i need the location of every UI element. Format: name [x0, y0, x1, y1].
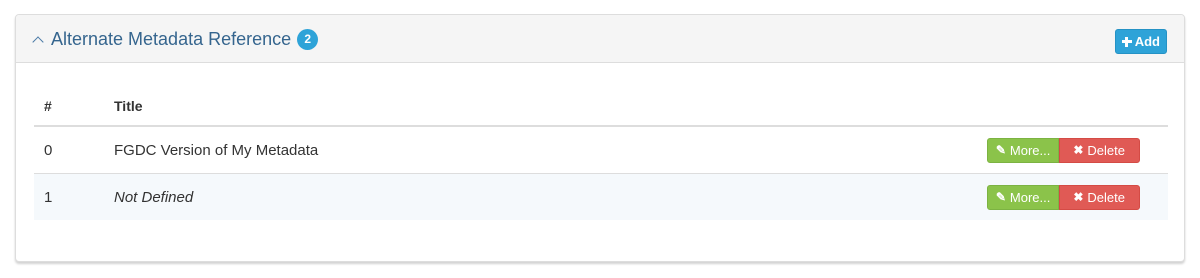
row-title: Not Defined	[104, 173, 679, 220]
alternate-metadata-panel: Alternate Metadata Reference 2 Add # Tit…	[15, 14, 1185, 262]
references-table: # Title 0 FGDC Version of My Metadata ✎ …	[34, 87, 1168, 220]
table-row: 0 FGDC Version of My Metadata ✎ More... …	[34, 125, 1168, 174]
row-index: 0	[34, 125, 104, 174]
plus-icon	[1121, 36, 1132, 47]
row-title: FGDC Version of My Metadata	[104, 125, 679, 174]
delete-button[interactable]: ✖ Delete	[1059, 184, 1140, 210]
delete-button-label: Delete	[1087, 189, 1125, 205]
row-button-group: ✎ More... ✖ Delete	[986, 137, 1140, 163]
more-button-label: More...	[1009, 189, 1051, 205]
table-header-row: # Title	[34, 87, 1168, 127]
panel-toggle[interactable]: Alternate Metadata Reference 2	[32, 27, 319, 51]
delete-button[interactable]: ✖ Delete	[1059, 137, 1140, 163]
more-button[interactable]: ✎ More...	[986, 184, 1060, 210]
panel-title: Alternate Metadata Reference	[51, 29, 292, 49]
column-header-title: Title	[104, 87, 679, 127]
table-row: 1 Not Defined ✎ More... ✖ Delete	[34, 173, 1168, 220]
add-button-label: Add	[1134, 34, 1160, 49]
x-icon: ✖	[1073, 190, 1084, 204]
panel-heading: Alternate Metadata Reference 2 Add	[16, 15, 1184, 63]
column-header-actions	[678, 87, 1168, 127]
more-button-label: More...	[1009, 142, 1051, 158]
pencil-icon: ✎	[995, 143, 1006, 157]
row-actions: ✎ More... ✖ Delete	[678, 173, 1168, 220]
row-actions: ✎ More... ✖ Delete	[678, 125, 1168, 174]
column-header-index: #	[34, 87, 104, 127]
count-badge: 2	[297, 28, 319, 50]
chevron-up-icon	[32, 36, 44, 48]
delete-button-label: Delete	[1087, 142, 1125, 158]
add-button[interactable]: Add	[1114, 29, 1167, 54]
pencil-icon: ✎	[995, 190, 1006, 204]
x-icon: ✖	[1073, 143, 1084, 157]
row-index: 1	[34, 173, 104, 220]
row-button-group: ✎ More... ✖ Delete	[986, 184, 1140, 210]
more-button[interactable]: ✎ More...	[986, 137, 1060, 163]
